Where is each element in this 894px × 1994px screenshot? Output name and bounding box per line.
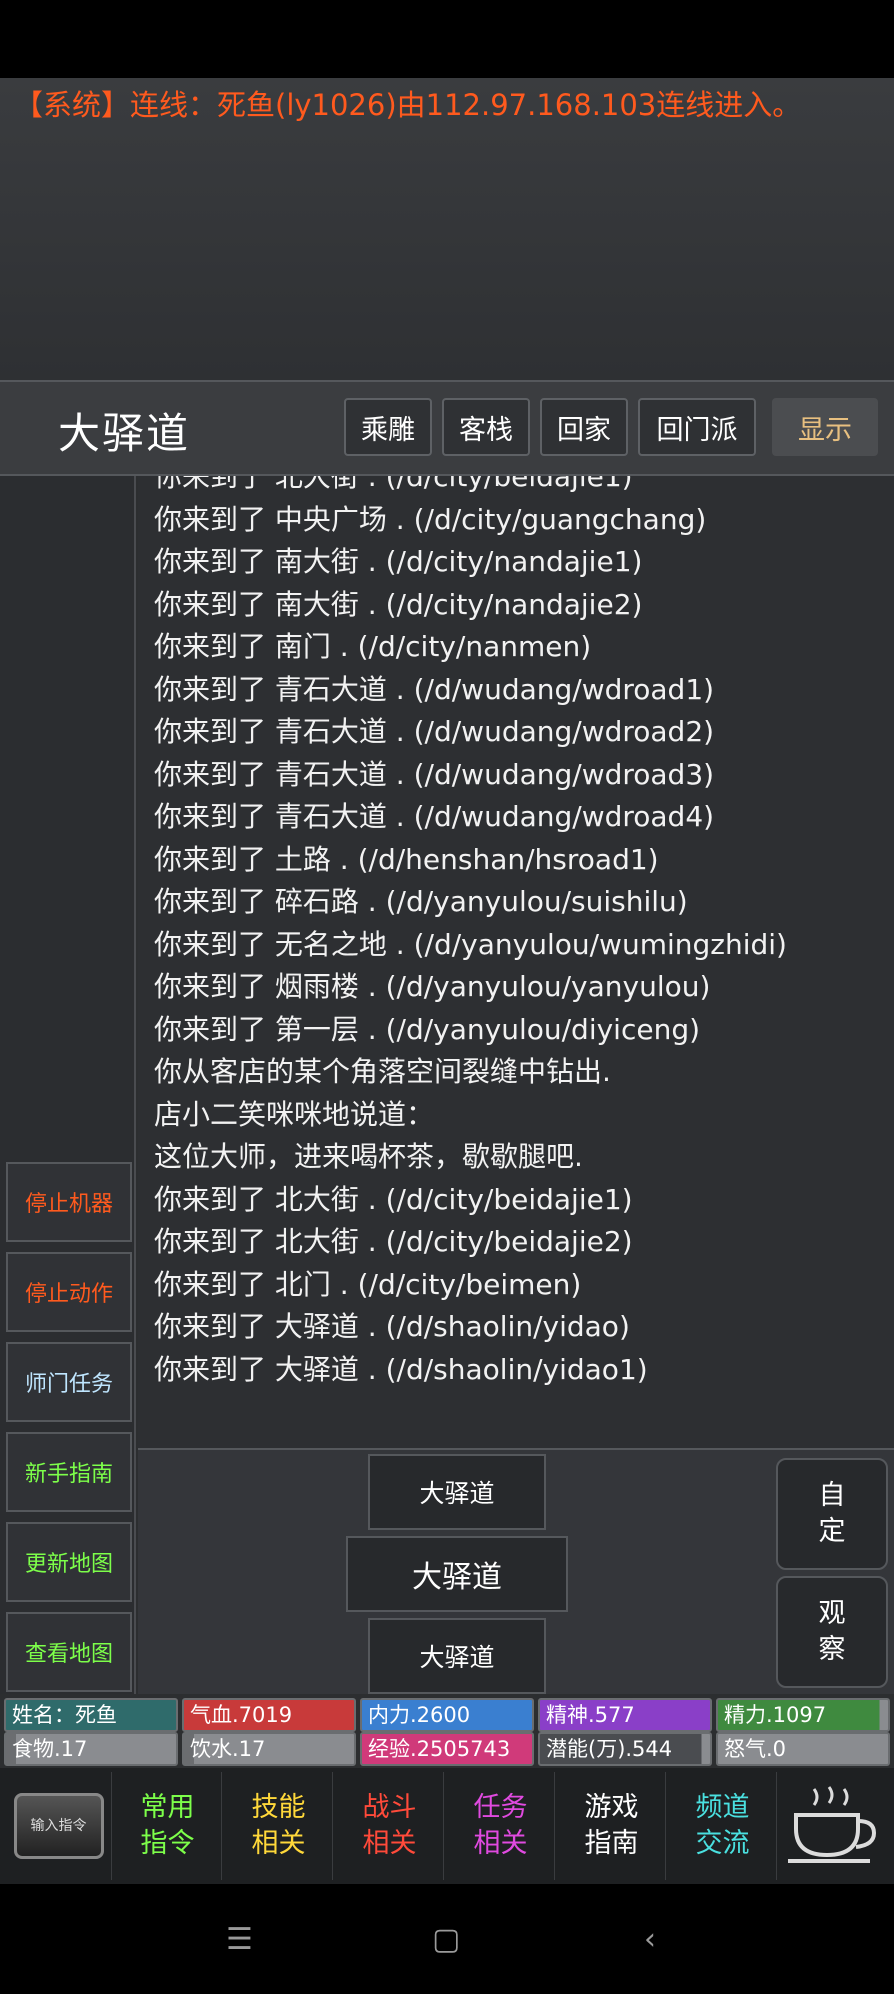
nav-button-4[interactable]: 游戏 指南 — [558, 1772, 666, 1880]
log-line: 你来到了 南门 . (/d/city/nanmen) — [154, 630, 592, 663]
left-button-column: 停止机器 停止动作 师门任务 新手指南 更新地图 查看地图 — [0, 476, 136, 1694]
stat-stats_row1-3: 精神.577 — [538, 1698, 712, 1732]
log-line: 你来到了 土路 . (/d/henshan/hsroad1) — [154, 842, 659, 876]
nav-label-line2: 相关 — [362, 1828, 417, 1859]
log-line: 你来到了 北大街 . (/d/city/beidajie1) — [154, 476, 633, 493]
inn-button[interactable]: 客栈 — [442, 398, 530, 456]
system-message-panel: 【系统】连线：死鱼(ly1026)由112.97.168.103连线进入。 — [0, 78, 894, 380]
stat-stats_row2-4: 怒气.0 — [716, 1732, 890, 1766]
input-command-label: 输入指令 — [30, 1818, 87, 1834]
stat-stats_row2-2: 经验.2505743 — [360, 1732, 534, 1766]
bottom-nav: 输入指令 常用 指令 技能 相关 战斗 相关 任务 相关 游戏 指南 频道 交流 — [0, 1768, 894, 1884]
ride-eagle-button[interactable]: 乘雕 — [344, 398, 432, 456]
nav-label-line2: 相关 — [251, 1828, 306, 1859]
log-line: 你来到了 烟雨楼 . (/d/yanyulou/yanyulou) — [154, 970, 711, 1003]
log-line: 你来到了 无名之地 . (/d/yanyulou/wumingzhidi) — [154, 927, 787, 961]
nav-button-1[interactable]: 技能 相关 — [225, 1772, 333, 1880]
sect-task-button[interactable]: 师门任务 — [6, 1342, 132, 1422]
view-map-button[interactable]: 查看地图 — [6, 1612, 132, 1692]
log-line: 你来到了 北大街 . (/d/city/beidajie1) — [154, 1182, 633, 1216]
log-line: 你来到了 第一层 . (/d/yanyulou/diyiceng) — [154, 1012, 701, 1046]
nav-label-line1: 任务 — [473, 1792, 528, 1823]
nav-label-line1: 常用 — [140, 1792, 195, 1823]
home-icon[interactable]: ▢ — [432, 1922, 460, 1957]
message-log-content: 你来到了 北大街 . (/d/city/beidajie1) 你来到了 中央广场 … — [154, 476, 894, 1391]
return-sect-button[interactable]: 回门派 — [638, 398, 756, 456]
customize-button[interactable]: 自 定 — [776, 1458, 888, 1570]
stat-stats_row2-1: 饮水.17 — [182, 1732, 356, 1766]
system-navigation-bar: ☰ ▢ ‹ — [0, 1884, 894, 1994]
exits-panel: 大驿道 大驿道 大驿道 自 定 观 察 — [138, 1448, 894, 1694]
log-line: 你来到了 中央广场 . (/d/city/guangchang) — [154, 502, 707, 536]
exit-button-south[interactable]: 大驿道 — [368, 1618, 546, 1694]
stat-stats_row1-2: 内力.2600 — [360, 1698, 534, 1732]
customize-label-1: 自 — [818, 1480, 846, 1511]
message-log[interactable]: 你来到了 北大街 . (/d/city/beidajie1) 你来到了 中央广场 … — [138, 476, 894, 1448]
stat-stats_row1-4: 精力.1097 — [716, 1698, 890, 1732]
exit-button-north[interactable]: 大驿道 — [368, 1454, 546, 1530]
log-line: 你来到了 青石大道 . (/d/wudang/wdroad2) — [154, 715, 715, 748]
log-line: 你来到了 南大街 . (/d/city/nandajie1) — [154, 545, 643, 578]
back-icon[interactable]: ‹ — [644, 1922, 656, 1957]
observe-label-2: 察 — [818, 1634, 846, 1665]
log-line: 你来到了 青石大道 . (/d/wudang/wdroad3) — [154, 757, 715, 791]
log-line: 你来到了 南大街 . (/d/city/nandajie2) — [154, 587, 643, 621]
recent-apps-icon[interactable]: ☰ — [226, 1922, 253, 1957]
log-line: 你来到了 大驿道 . (/d/shaolin/yidao) — [154, 1310, 630, 1343]
title-bar: 大驿道 乘雕 客栈 回家 回门派 显示 — [0, 380, 894, 476]
newbie-guide-button[interactable]: 新手指南 — [6, 1432, 132, 1512]
log-line: 你来到了 北门 . (/d/city/beimen) — [154, 1267, 582, 1301]
nav-button-2[interactable]: 战斗 相关 — [336, 1772, 444, 1880]
display-button[interactable]: 显示 — [772, 398, 878, 456]
go-home-button[interactable]: 回家 — [540, 398, 628, 456]
observe-label-1: 观 — [818, 1598, 846, 1629]
observe-button[interactable]: 观 察 — [776, 1576, 888, 1688]
tv-input-icon: 输入指令 — [13, 1793, 104, 1859]
stat-stats_row2-0: 食物.17 — [4, 1732, 178, 1766]
log-line: 这位大师，进来喝杯茶，歇歇腿吧. — [154, 1140, 583, 1173]
nav-label-line2: 交流 — [695, 1828, 750, 1859]
customize-label-2: 定 — [818, 1516, 846, 1547]
nav-label-line2: 指令 — [140, 1828, 195, 1859]
status-bar — [0, 0, 894, 78]
log-line: 你从客店的某个角落空间裂缝中钻出. — [154, 1055, 611, 1088]
nav-button-5[interactable]: 频道 交流 — [669, 1772, 777, 1880]
stat-stats_row2-3: 潜能(万).544 — [538, 1732, 712, 1766]
log-line: 你来到了 青石大道 . (/d/wudang/wdroad1) — [154, 672, 715, 706]
log-line: 你来到了 大驿道 . (/d/shaolin/yidao1) — [154, 1352, 648, 1386]
log-line: 你来到了 北大街 . (/d/city/beidajie2) — [154, 1225, 633, 1258]
nav-label-line1: 技能 — [251, 1792, 306, 1823]
input-command-button[interactable]: 输入指令 — [6, 1772, 112, 1880]
stop-machine-button[interactable]: 停止机器 — [6, 1162, 132, 1242]
coffee-cup-icon[interactable] — [780, 1772, 888, 1880]
log-line: 你来到了 碎石路 . (/d/yanyulou/suishilu) — [154, 885, 688, 918]
stop-action-button[interactable]: 停止动作 — [6, 1252, 132, 1332]
stats-panel: 姓名：死鱼 气血.7019 内力.2600 精神.577 精力.1097 食物.17 饮水.… — [0, 1694, 894, 1768]
log-line: 店小二笑咪咪地说道： — [154, 1097, 435, 1131]
system-message: 【系统】连线：死鱼(ly1026)由112.97.168.103连线进入。 — [14, 88, 802, 122]
nav-label-line1: 战斗 — [362, 1792, 417, 1823]
nav-label-line2: 指南 — [584, 1828, 639, 1859]
nav-button-3[interactable]: 任务 相关 — [447, 1772, 555, 1880]
nav-label-line1: 频道 — [695, 1792, 750, 1823]
room-title: 大驿道 — [58, 409, 191, 458]
exit-button-current[interactable]: 大驿道 — [346, 1536, 568, 1612]
nav-label-line2: 相关 — [473, 1828, 528, 1859]
nav-label-line1: 游戏 — [584, 1792, 639, 1823]
stat-stats_row1-0: 姓名：死鱼 — [4, 1698, 178, 1732]
log-line: 你来到了 青石大道 . (/d/wudang/wdroad4) — [154, 800, 715, 833]
update-map-button[interactable]: 更新地图 — [6, 1522, 132, 1602]
nav-button-0[interactable]: 常用 指令 — [114, 1772, 222, 1880]
stat-stats_row1-1: 气血.7019 — [182, 1698, 356, 1732]
